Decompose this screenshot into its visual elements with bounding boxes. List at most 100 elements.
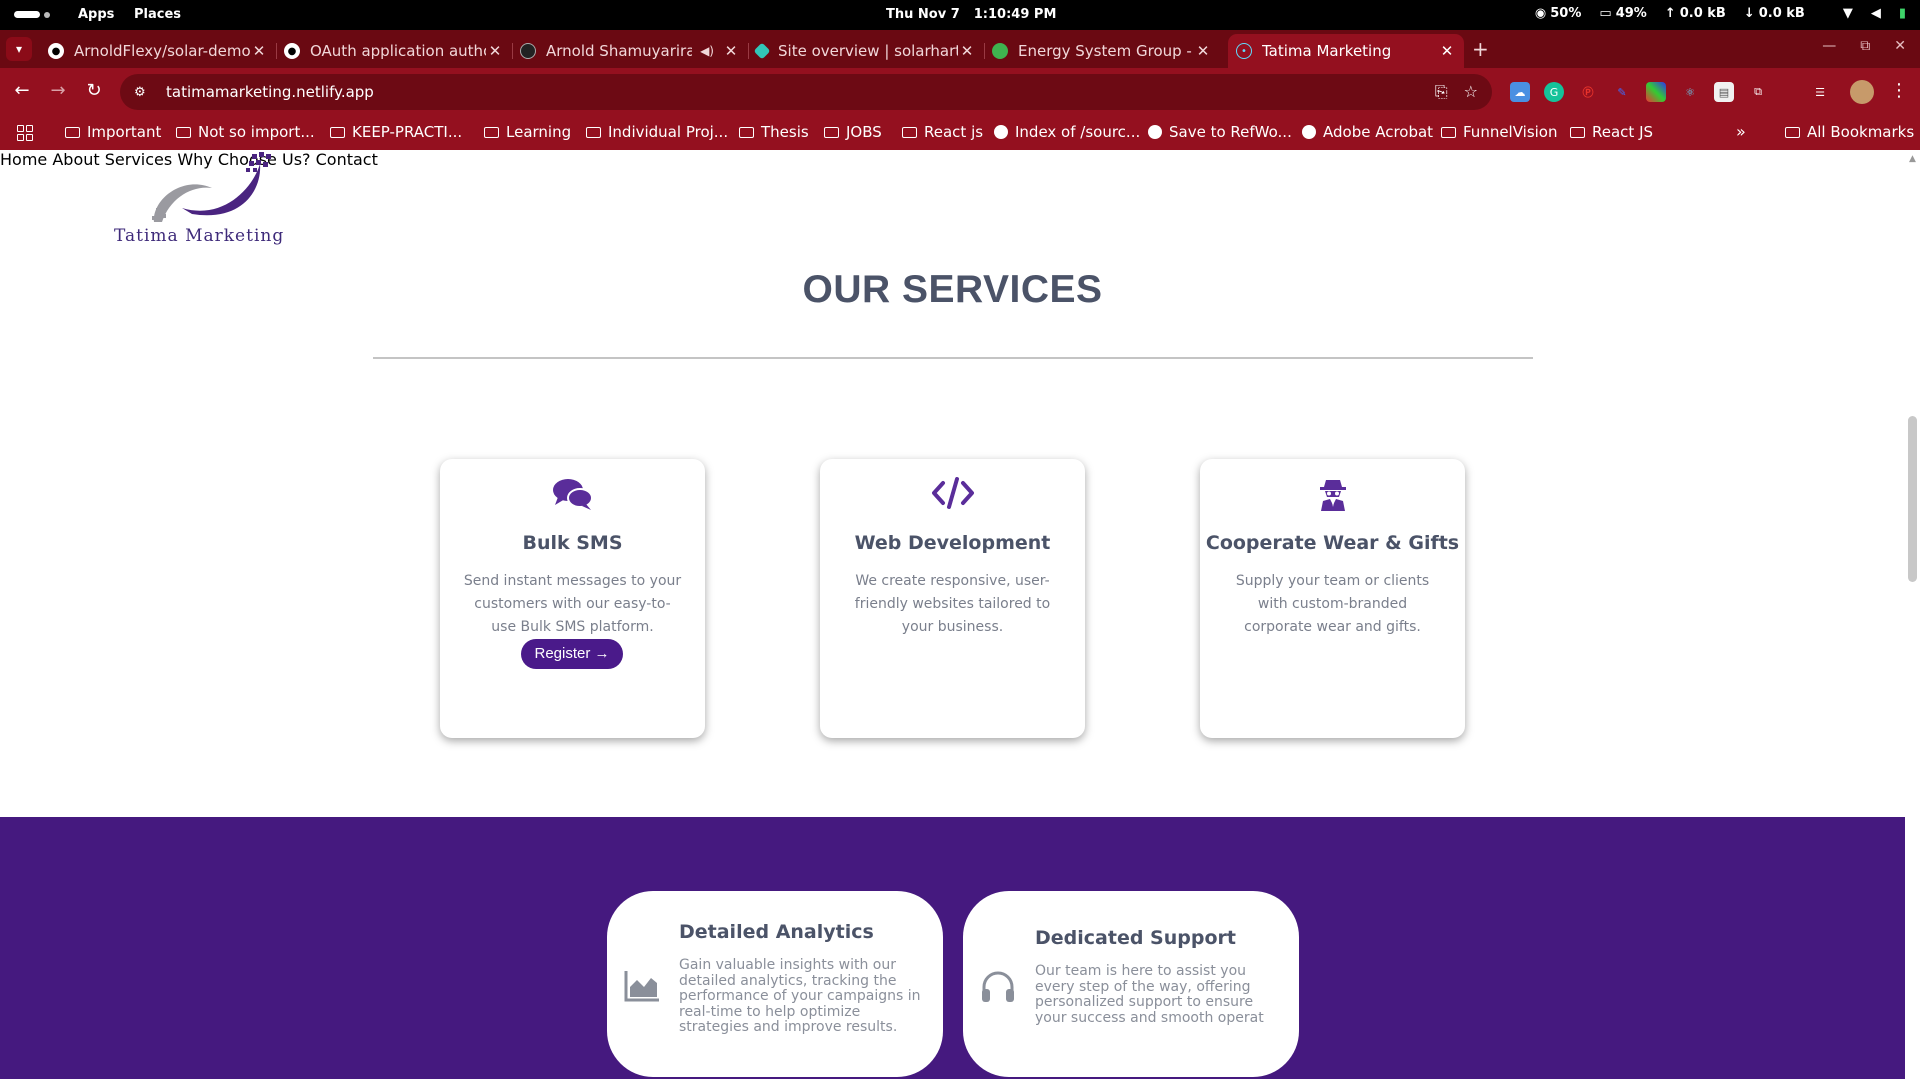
tab-tatima-marketing[interactable]: • Tatima Marketing ✕ [1228,34,1464,68]
github-icon: ● [284,43,300,59]
color-extension-icon[interactable] [1646,82,1666,102]
tab-label: Tatima Marketing [1262,42,1392,60]
pen-extension-icon[interactable]: ✎ [1612,82,1632,102]
bookmark-star-icon[interactable]: ☆ [1464,82,1478,102]
folder-icon [65,126,80,138]
react-devtools-icon[interactable]: ⚛ [1680,82,1700,102]
document-extension-icon[interactable]: ▤ [1714,82,1734,102]
service-description: Send instant messages to your customers … [463,573,682,635]
back-icon[interactable]: ← [10,80,34,101]
nav-about[interactable]: About [52,150,99,169]
tab-label: Arnold Shamuyarira - [546,42,693,60]
reload-icon[interactable]: ↻ [82,80,106,101]
bookmark-individual-projects[interactable]: Individual Proj... [586,123,728,141]
bookmark-keep-practicing[interactable]: KEEP-PRACTI... [330,123,462,141]
bookmark-index-of-source[interactable]: Index of /sourc... [994,123,1140,141]
upload-indicator: ↑ 0.0 kB [1665,6,1726,21]
close-icon[interactable]: ✕ [486,42,504,60]
url-text[interactable]: tatimamarketing.netlify.app [166,83,374,101]
service-description: Supply your team or clients with custom-… [1235,573,1430,635]
new-tab-button[interactable]: + [1472,37,1489,61]
scrollbar-thumb[interactable] [1908,416,1917,582]
install-app-icon[interactable]: ⎘ [1435,82,1448,102]
page-scrollbar[interactable]: ▲ [1905,150,1920,1079]
scroll-up-icon[interactable]: ▲ [1909,154,1916,164]
register-button[interactable]: Register → [521,639,623,669]
more-menu-icon[interactable]: ⋮ [1890,80,1908,101]
minimize-icon[interactable]: — [1822,38,1836,54]
nav-home[interactable]: Home [0,150,47,169]
close-icon[interactable]: ✕ [1194,42,1212,60]
cloud-extension-icon[interactable]: ☁ [1510,82,1530,102]
system-top-bar: Apps Places Thu Nov 7 1:10:49 PM ◉ 50% ▭ 49… [0,0,1920,30]
bookmark-label: Not so import... [198,123,315,141]
bookmark-funnelvision[interactable]: FunnelVision [1441,123,1558,141]
arrow-up-icon: ↑ [1664,6,1676,21]
upload-value: 0.0 kB [1679,6,1726,21]
netlify-icon [753,42,771,60]
service-card-bulk-sms: Bulk SMS Send instant messages to your c… [440,459,705,738]
logo-text: Tatima Marketing [114,226,285,246]
close-icon[interactable]: ✕ [958,42,976,60]
bookmark-label: Learning [506,123,572,141]
bookmark-not-so-important[interactable]: Not so import... [176,123,315,141]
bookmark-label: Adobe Acrobat [1323,123,1434,141]
system-tray[interactable]: ◉ 50% ▭ 49% ↑ 0.0 kB ↓ 0.0 kB ▼ ◀ ▮ [1535,6,1906,21]
bookmark-learning[interactable]: Learning [484,123,571,141]
tab-solar-demo[interactable]: ● ArnoldFlexy/solar-demo ✕ [40,34,277,68]
close-icon[interactable]: ✕ [1438,42,1456,60]
window-close-icon[interactable]: ✕ [1894,38,1906,54]
clock[interactable]: Thu Nov 7 1:10:49 PM [886,7,1070,22]
bookmark-react-js-2[interactable]: React JS [1570,123,1653,141]
bookmark-save-to-refworks[interactable]: Save to RefWo... [1148,123,1292,141]
activities-indicator[interactable] [14,11,50,18]
bookmark-adobe-acrobat[interactable]: Adobe Acrobat [1302,123,1433,141]
bookmark-label: Individual Proj... [608,123,729,141]
energy-icon [992,43,1008,59]
bookmark-label: Save to RefWo... [1169,123,1292,141]
bookmark-jobs[interactable]: JOBS [824,123,882,141]
service-card-corporate-wear: Cooperate Wear & Gifts Supply your team … [1200,459,1465,738]
site-info-icon[interactable]: ⚙ [134,85,154,100]
apps-menu[interactable]: Apps [78,7,114,22]
close-icon[interactable]: ✕ [722,42,740,60]
close-icon[interactable]: ✕ [250,42,268,60]
bookmark-label: KEEP-PRACTI... [352,123,463,141]
forward-icon[interactable]: → [46,80,70,101]
bookmark-important[interactable]: Important [65,123,161,141]
cpu-value: 50% [1550,6,1582,21]
tab-oauth[interactable]: ● OAuth application authorization ✕ [276,34,513,68]
address-bar[interactable]: ⚙ tatimamarketing.netlify.app ⎘ ☆ [120,74,1492,110]
apps-grid-icon[interactable] [17,125,33,141]
bookmark-thesis[interactable]: Thesis [739,123,809,141]
tab-search-button[interactable]: ▾ [6,37,32,61]
extensions-puzzle-icon[interactable]: ⧉ [1748,82,1768,102]
grammarly-icon[interactable]: G [1544,82,1564,102]
memory-indicator: ▭ 49% [1599,6,1646,21]
service-card-web-development: Web Development We create responsive, us… [820,459,1085,738]
speaker-icon[interactable]: ◀) [700,44,714,58]
folder-icon [902,126,917,138]
cpu-indicator: ◉ 50% [1535,6,1581,21]
folder-icon [176,126,191,138]
tab-label: OAuth application authorization [310,42,486,60]
reading-list-icon[interactable]: ☰ [1810,82,1830,102]
pdf-extension-icon[interactable]: Ⓟ [1578,82,1598,102]
all-bookmarks[interactable]: All Bookmarks [1785,123,1914,141]
arrow-down-icon: ↓ [1743,6,1755,21]
section-divider [373,357,1533,359]
profile-avatar[interactable] [1850,80,1874,104]
tab-site-overview[interactable]: Site overview | solarhart- ✕ [748,34,985,68]
tab-arnold[interactable]: Arnold Shamuyarira - ◀) ✕ [512,34,749,68]
memory-value: 49% [1615,6,1647,21]
restore-icon[interactable]: ⧉ [1860,38,1870,54]
nav-contact[interactable]: Contact [316,150,378,169]
places-menu[interactable]: Places [134,7,181,22]
tab-label: Energy System Group - S [1018,42,1194,60]
bookmark-react-js[interactable]: React js [902,123,983,141]
wifi-icon: ▼ [1842,6,1853,21]
chevron-down-icon: ▾ [15,42,23,56]
more-bookmarks-icon[interactable]: » [1736,122,1746,141]
tab-energy-system[interactable]: Energy System Group - S ✕ [984,34,1220,68]
service-title: Bulk SMS [522,532,623,554]
